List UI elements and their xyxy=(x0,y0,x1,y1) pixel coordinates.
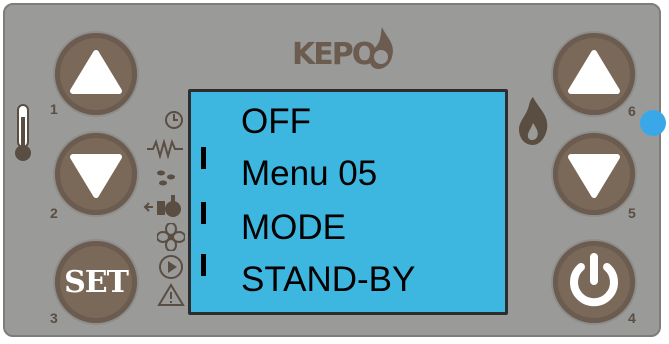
play-icon xyxy=(159,255,183,279)
ignition-icon xyxy=(143,195,181,217)
flame-logo-icon xyxy=(369,27,393,69)
pellet-icon xyxy=(157,170,175,186)
button-number-3: 3 xyxy=(50,310,58,326)
status-icon-column xyxy=(141,109,189,309)
lcd-line-2: Menu 05 xyxy=(241,154,378,193)
button-number-1: 1 xyxy=(50,101,58,117)
lcd-display: OFF Menu 05 MODE STAND-BY xyxy=(188,89,508,315)
set-button-3[interactable]: SET xyxy=(55,241,137,323)
lcd-marker-4 xyxy=(201,254,206,276)
button-number-6: 6 xyxy=(628,103,636,119)
brand-logo: KEPO xyxy=(292,25,402,75)
down-triangle-icon xyxy=(70,154,122,198)
lcd-line-4: STAND-BY xyxy=(241,260,416,299)
control-panel: KEPO 1 2 SET 3 OFF Menu 05 MODE STAND-BY… xyxy=(3,3,661,337)
lcd-line-3: MODE xyxy=(241,208,346,247)
button-number-4: 4 xyxy=(628,310,636,326)
lcd-marker-2 xyxy=(201,147,206,169)
status-led xyxy=(640,110,666,136)
set-button-label: SET xyxy=(64,264,129,300)
clock-icon xyxy=(165,111,183,129)
flame-icon xyxy=(519,97,548,145)
button-number-2: 2 xyxy=(50,205,58,221)
heater-wave-icon xyxy=(147,139,183,159)
up-button-1[interactable] xyxy=(55,33,137,115)
power-button-4[interactable] xyxy=(553,241,635,323)
down-triangle-icon xyxy=(568,154,620,198)
warning-icon xyxy=(157,283,185,306)
power-icon xyxy=(570,253,618,307)
thermometer-icon xyxy=(15,104,31,161)
lcd-marker-3 xyxy=(201,202,206,224)
button-number-5: 5 xyxy=(628,205,636,221)
up-triangle-icon xyxy=(568,50,620,94)
down-button-5[interactable] xyxy=(553,133,635,215)
lcd-line-1: OFF xyxy=(241,102,311,141)
fan-icon xyxy=(157,223,185,251)
up-button-6[interactable] xyxy=(553,33,635,115)
up-triangle-icon xyxy=(70,50,122,94)
down-button-2[interactable] xyxy=(55,133,137,215)
